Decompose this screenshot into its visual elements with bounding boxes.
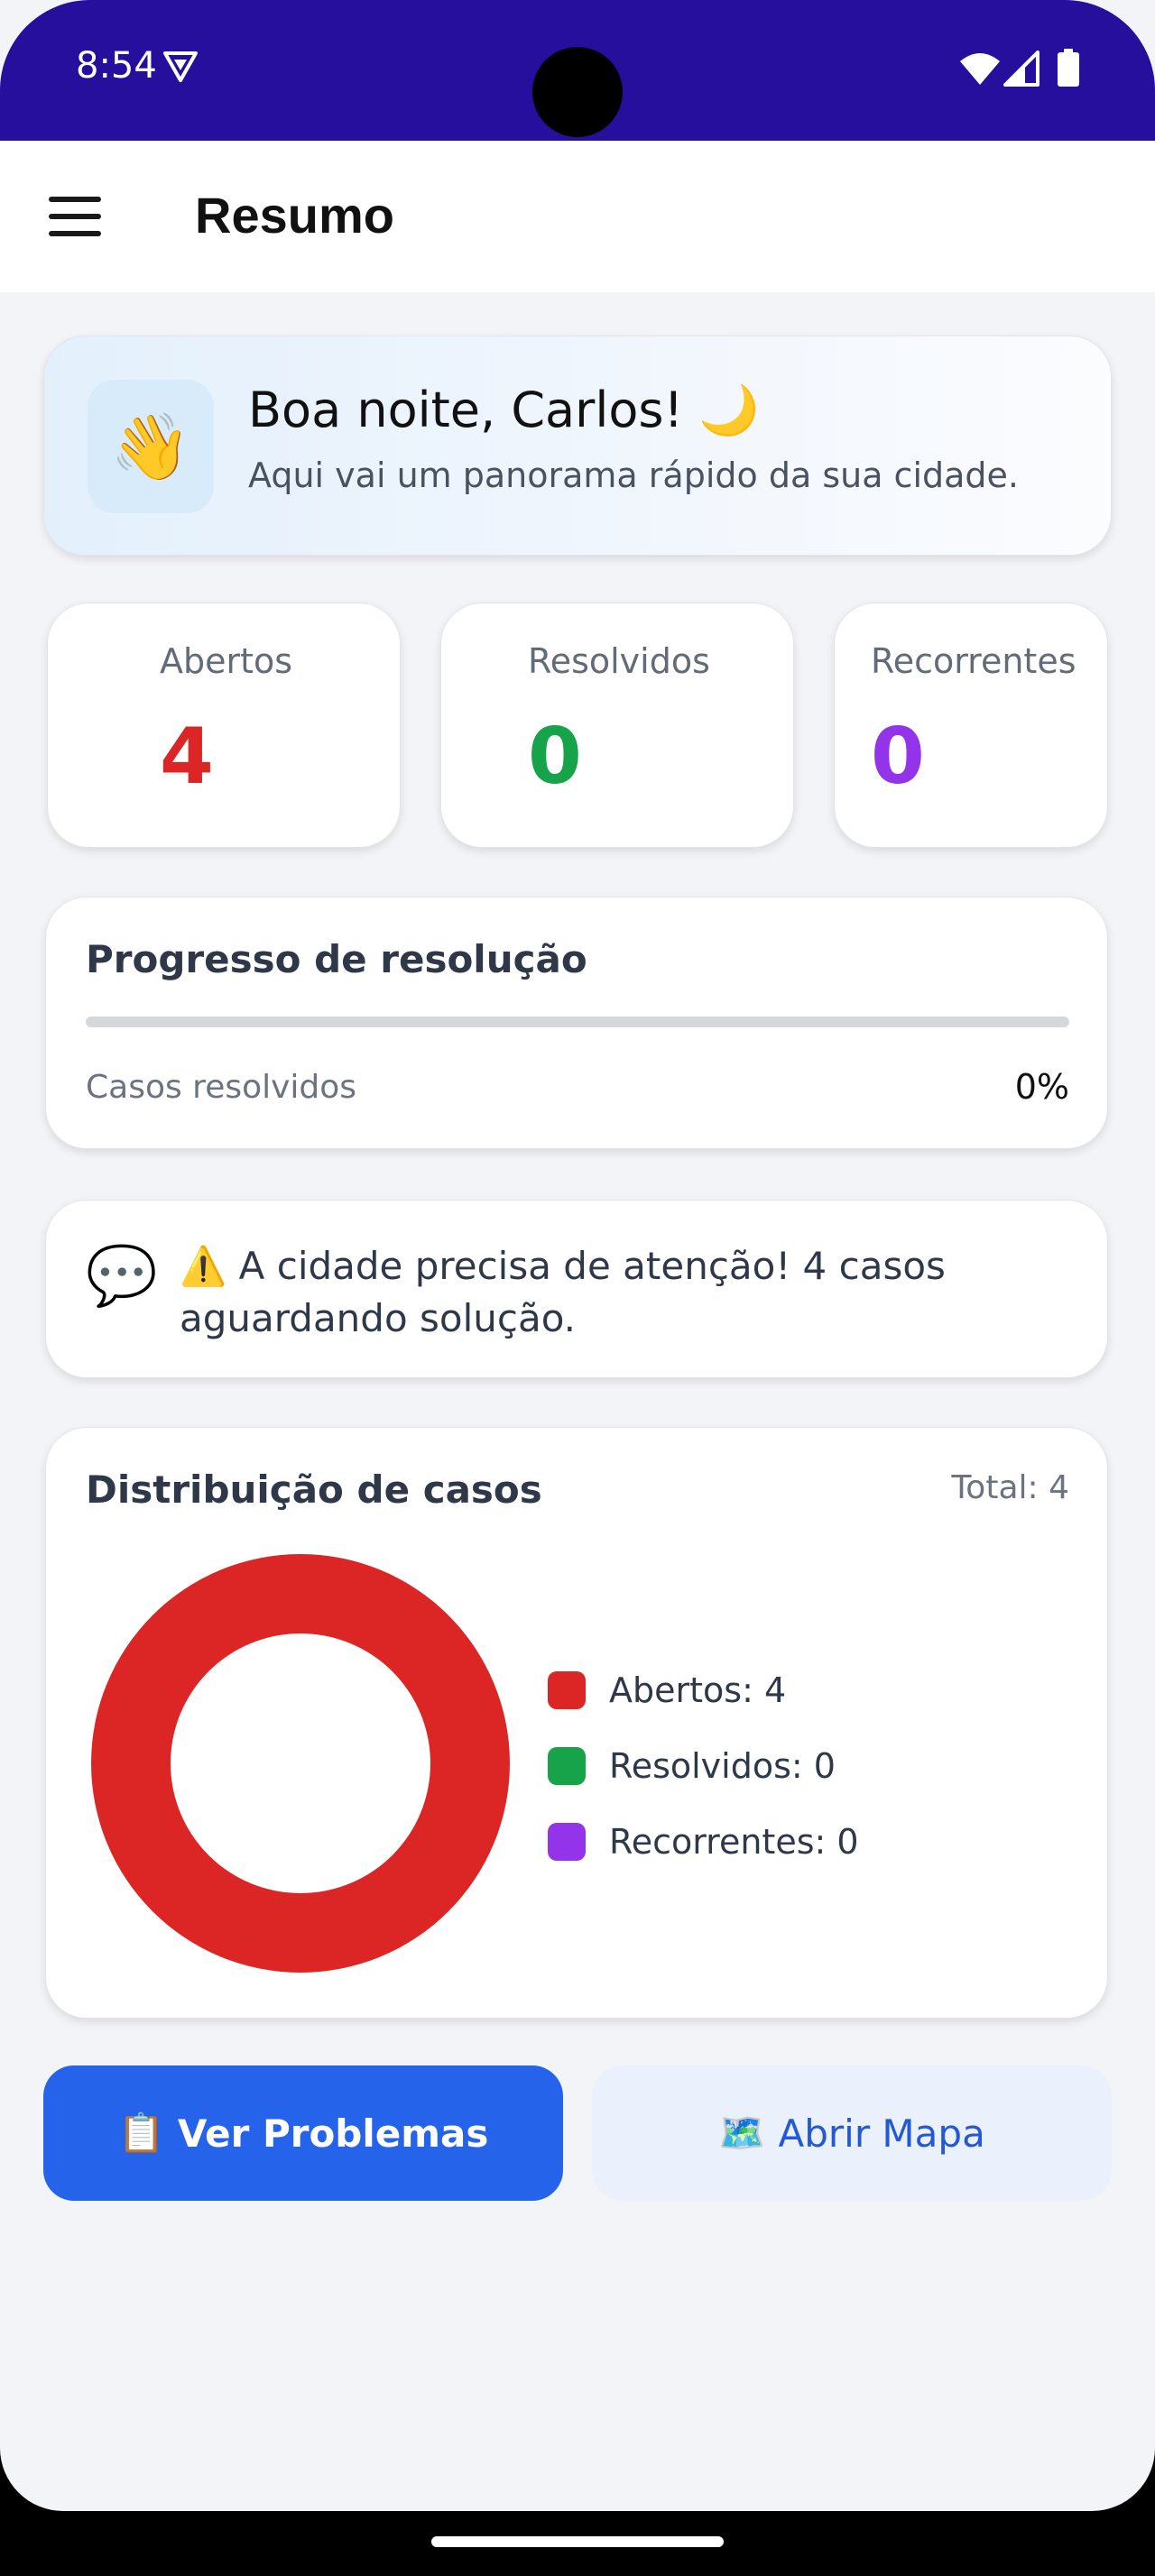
legend-swatch-open — [548, 1671, 586, 1709]
legend-swatch-recurring — [548, 1823, 586, 1861]
hamburger-menu-icon[interactable] — [49, 197, 101, 236]
app-bar: Resumo — [0, 141, 1155, 292]
progress-percent: 0% — [1014, 1067, 1069, 1107]
legend-item-open: Abertos: 4 — [548, 1668, 786, 1713]
legend-label-resolved: Resolvidos: 0 — [609, 1746, 836, 1786]
legend-swatch-resolved — [548, 1747, 586, 1785]
open-map-button[interactable]: 🗺️ Abrir Mapa — [592, 2065, 1112, 2201]
legend-label-open: Abertos: 4 — [609, 1670, 787, 1710]
stat-card-recurring[interactable]: Recorrentes 0 — [834, 603, 1108, 848]
app-screen: 8:54 Resumo 👋 Boa noite, Carlos! 🌙 Aqui … — [0, 0, 1155, 2511]
alert-message: ⚠️ A cidade precisa de atenção! 4 casos … — [180, 1244, 946, 1340]
stat-label-resolved: Resolvidos — [528, 641, 710, 681]
donut-chart — [91, 1554, 510, 1973]
open-map-label: Abrir Mapa — [778, 2111, 985, 2156]
status-time: 8:54 — [76, 45, 157, 87]
wifi-icon — [960, 53, 1000, 85]
legend-item-resolved: Resolvidos: 0 — [548, 1743, 836, 1789]
stat-card-open[interactable]: Abertos 4 — [47, 603, 401, 848]
view-problems-label: Ver Problemas — [177, 2111, 489, 2156]
progress-title: Progresso de resolução — [86, 937, 587, 981]
view-problems-button[interactable]: 📋 Ver Problemas — [43, 2065, 563, 2201]
distribution-title: Distribuição de casos — [86, 1467, 542, 1512]
greeting-card: 👋 Boa noite, Carlos! 🌙 Aqui vai um panor… — [43, 336, 1112, 556]
stat-label-recurring: Recorrentes — [871, 641, 1076, 681]
map-icon: 🗺️ — [718, 2111, 766, 2155]
page-title: Resumo — [195, 187, 394, 244]
progress-bar — [86, 1017, 1069, 1027]
signal-icon — [1003, 51, 1040, 87]
donut-slice-abertos — [91, 1554, 510, 1973]
clipboard-icon: 📋 — [117, 2111, 165, 2155]
stat-value-resolved: 0 — [528, 712, 582, 802]
speech-bubble-icon: 💬 — [86, 1243, 158, 1310]
battery-icon — [1058, 49, 1079, 87]
stat-card-resolved[interactable]: Resolvidos 0 — [440, 603, 794, 848]
progress-label: Casos resolvidos — [86, 1069, 357, 1106]
distribution-total: Total: 4 — [951, 1469, 1069, 1506]
waving-hand-icon: 👋 — [88, 380, 214, 513]
stat-value-open: 4 — [160, 712, 214, 802]
status-bar: 8:54 — [0, 0, 1155, 141]
legend-item-recurring: Recorrentes: 0 — [548, 1819, 859, 1864]
greeting-title: Boa noite, Carlos! 🌙 — [248, 382, 760, 438]
gesture-nav-handle[interactable] — [431, 2536, 724, 2547]
front-camera — [532, 47, 623, 137]
stat-value-recurring: 0 — [871, 712, 925, 802]
vpn-icon — [163, 51, 198, 82]
greeting-subtitle: Aqui vai um panorama rápido da sua cidad… — [248, 455, 1019, 495]
distribution-card: Distribuição de casos Total: 4 Abertos: … — [45, 1427, 1108, 2019]
progress-card: Progresso de resolução Casos resolvidos … — [45, 897, 1108, 1149]
legend-label-recurring: Recorrentes: 0 — [609, 1822, 859, 1862]
stat-label-open: Abertos — [160, 641, 293, 681]
alert-card: 💬 ⚠️ A cidade precisa de atenção! 4 caso… — [45, 1200, 1108, 1378]
